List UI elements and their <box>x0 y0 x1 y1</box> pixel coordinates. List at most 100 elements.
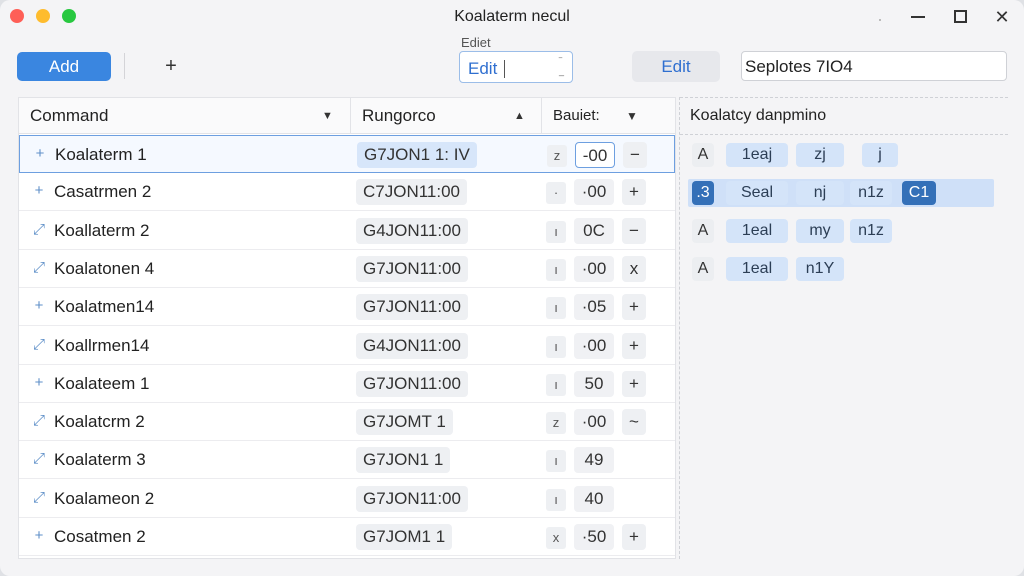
row-expand-icon[interactable]: ⤢ <box>31 412 47 429</box>
status-value[interactable]: ·00 <box>574 409 614 436</box>
panel-token[interactable]: n1z <box>850 219 892 243</box>
range-value[interactable]: G7JON11:00 <box>356 370 468 397</box>
status-chip[interactable]: ı <box>546 373 566 396</box>
panel-token-row[interactable]: .3 Seal nj n1z C1 <box>688 179 994 207</box>
table-row[interactable]: ⤢ Koalameon 2 G7JON11:00 ı 40 <box>19 480 675 518</box>
table-row[interactable]: ⤢ Koalatcrm 2 G7JOMT 1 z ·00 ~ <box>19 403 675 442</box>
maximize-icon[interactable] <box>948 5 972 29</box>
row-expand-icon[interactable]: + <box>31 374 47 391</box>
status-value[interactable]: -00 <box>575 142 615 168</box>
range-value[interactable]: C7JON11:00 <box>356 179 468 206</box>
panel-token[interactable]: my <box>796 219 844 243</box>
row-expand-icon[interactable]: + <box>32 145 48 162</box>
table-row[interactable]: + Cosatmen 2 G7JOM1 1 x ·50 + <box>19 518 675 556</box>
row-expand-icon[interactable]: + <box>31 527 47 544</box>
status-chip[interactable]: z <box>546 412 566 435</box>
range-value[interactable]: G7JON11:00 <box>356 255 468 282</box>
row-expand-icon[interactable]: ⤢ <box>31 336 47 353</box>
panel-token[interactable]: j <box>862 143 898 167</box>
range-value[interactable]: G4JON11:00 <box>356 217 468 244</box>
status-chip[interactable]: z <box>547 145 567 167</box>
panel-token[interactable]: 1eal <box>726 219 788 243</box>
chevron-down-icon[interactable]: ▼ <box>322 98 333 134</box>
row-expand-icon[interactable]: ⤢ <box>31 221 47 238</box>
status-chip[interactable]: ı <box>546 335 566 358</box>
row-action-button[interactable]: + <box>622 524 646 550</box>
range-value[interactable]: G7JOMT 1 <box>356 409 453 436</box>
row-action-button[interactable]: − <box>622 217 646 244</box>
row-action-button[interactable]: + <box>622 332 646 359</box>
status-chip[interactable]: ı <box>546 488 566 511</box>
column-header-status[interactable]: Bauiet: <box>553 98 600 134</box>
panel-token[interactable]: n1z <box>850 181 892 205</box>
panel-token[interactable]: A <box>692 143 714 167</box>
column-header-command[interactable]: Command <box>30 98 108 134</box>
panel-token[interactable]: nj <box>796 181 844 205</box>
panel-token[interactable]: 1eal <box>726 257 788 281</box>
panel-token[interactable]: n1Y <box>796 257 844 281</box>
status-value[interactable]: ·50 <box>574 524 614 550</box>
status-value[interactable]: ·00 <box>574 332 614 359</box>
minimize-icon[interactable] <box>906 5 930 29</box>
add-button[interactable]: Add <box>17 52 111 81</box>
table-row[interactable]: + Koalateem 1 G7JON11:00 ı 50 + <box>19 365 675 403</box>
status-value[interactable]: ·05 <box>574 294 614 321</box>
status-chip[interactable]: ı <box>546 258 566 281</box>
status-value[interactable]: ·00 <box>574 179 614 206</box>
chevron-down-icon[interactable]: ▼ <box>626 98 638 134</box>
row-action-button[interactable]: x <box>622 255 646 282</box>
range-value[interactable]: G7JON1 1 <box>356 447 451 474</box>
table-row[interactable]: + Koalaterm 1 G7JON1 1: IV z -00− <box>19 135 675 173</box>
close-icon[interactable]: ✕ <box>990 5 1014 29</box>
range-value[interactable]: G7JON11:00 <box>356 485 468 512</box>
range-value[interactable]: G4JON11:00 <box>356 332 468 359</box>
row-action-button[interactable]: − <box>623 142 647 168</box>
row-expand-icon[interactable]: + <box>31 182 47 199</box>
status-chip[interactable]: ı <box>546 450 566 473</box>
status-value[interactable]: 40 <box>574 485 614 512</box>
plus-button[interactable]: + <box>155 52 187 81</box>
row-action-button[interactable]: + <box>622 370 646 397</box>
row-expand-icon[interactable]: ⤢ <box>31 450 47 467</box>
text-caret <box>504 60 505 78</box>
status-chip[interactable]: x <box>546 527 566 549</box>
range-value[interactable]: G7JOM1 1 <box>356 524 453 550</box>
row-action-button[interactable]: ~ <box>622 409 646 436</box>
edit-button[interactable]: Edit <box>632 51 720 82</box>
status-value[interactable]: 0C <box>574 217 614 244</box>
search-input[interactable]: Seplotes 7IO4 <box>741 51 1007 81</box>
edit-field[interactable]: Edit ‾ _ <box>459 51 573 83</box>
panel-token[interactable]: .3 <box>692 181 714 205</box>
panel-token[interactable]: C1 <box>902 181 936 205</box>
column-header-range[interactable]: Rungorco <box>362 98 436 134</box>
row-expand-icon[interactable]: ⤢ <box>31 259 47 276</box>
table-row[interactable]: ⤢ Koalatonen 4 G7JON11:00 ı ·00 x <box>19 250 675 288</box>
table-row[interactable]: ⤢ Koallrmen14 G4JON11:00 ı ·00 + <box>19 327 675 365</box>
column-divider[interactable] <box>541 98 542 134</box>
panel-token[interactable]: zj <box>796 143 844 167</box>
row-action-button[interactable]: + <box>622 294 646 321</box>
status-chip[interactable]: · <box>546 182 566 205</box>
panel-token[interactable]: A <box>692 257 714 281</box>
status-chip[interactable]: ı <box>546 297 566 320</box>
status-value[interactable]: 49 <box>574 447 614 474</box>
panel-token[interactable]: Seal <box>726 181 788 205</box>
row-expand-icon[interactable]: ⤢ <box>31 489 47 506</box>
table-row[interactable]: ⤢ Koallaterm 2 G4JON11:00 ı 0C − <box>19 212 675 250</box>
sort-up-icon[interactable]: ▲ <box>514 98 525 134</box>
table-row[interactable]: ⤢ Koalaterm 3 G7JON1 1 ı 49 <box>19 441 675 480</box>
column-divider[interactable] <box>350 98 351 134</box>
status-chip[interactable]: ı <box>546 220 566 243</box>
range-value[interactable]: G7JON1 1: IV <box>357 142 477 168</box>
table-row[interactable]: + Casatrmen 2 C7JON11:00 · ·00 + <box>19 173 675 212</box>
stepper-icon[interactable]: ‾ _ <box>559 58 564 76</box>
panel-token[interactable]: A <box>692 219 714 243</box>
row-action-button[interactable]: + <box>622 179 646 206</box>
status-value[interactable]: 50 <box>574 370 614 397</box>
status-value[interactable]: ·00 <box>574 255 614 282</box>
row-expand-icon[interactable]: + <box>31 297 47 314</box>
range-value[interactable]: G7JON11:00 <box>356 294 468 321</box>
table-row[interactable]: + Koalatmen14 G7JON11:00 ı ·05 + <box>19 288 675 327</box>
panel-token[interactable]: 1eaj <box>726 143 788 167</box>
app-window: Koalaterm necul ✕ Add + Ediet Edit ‾ _ Ed… <box>0 0 1024 576</box>
